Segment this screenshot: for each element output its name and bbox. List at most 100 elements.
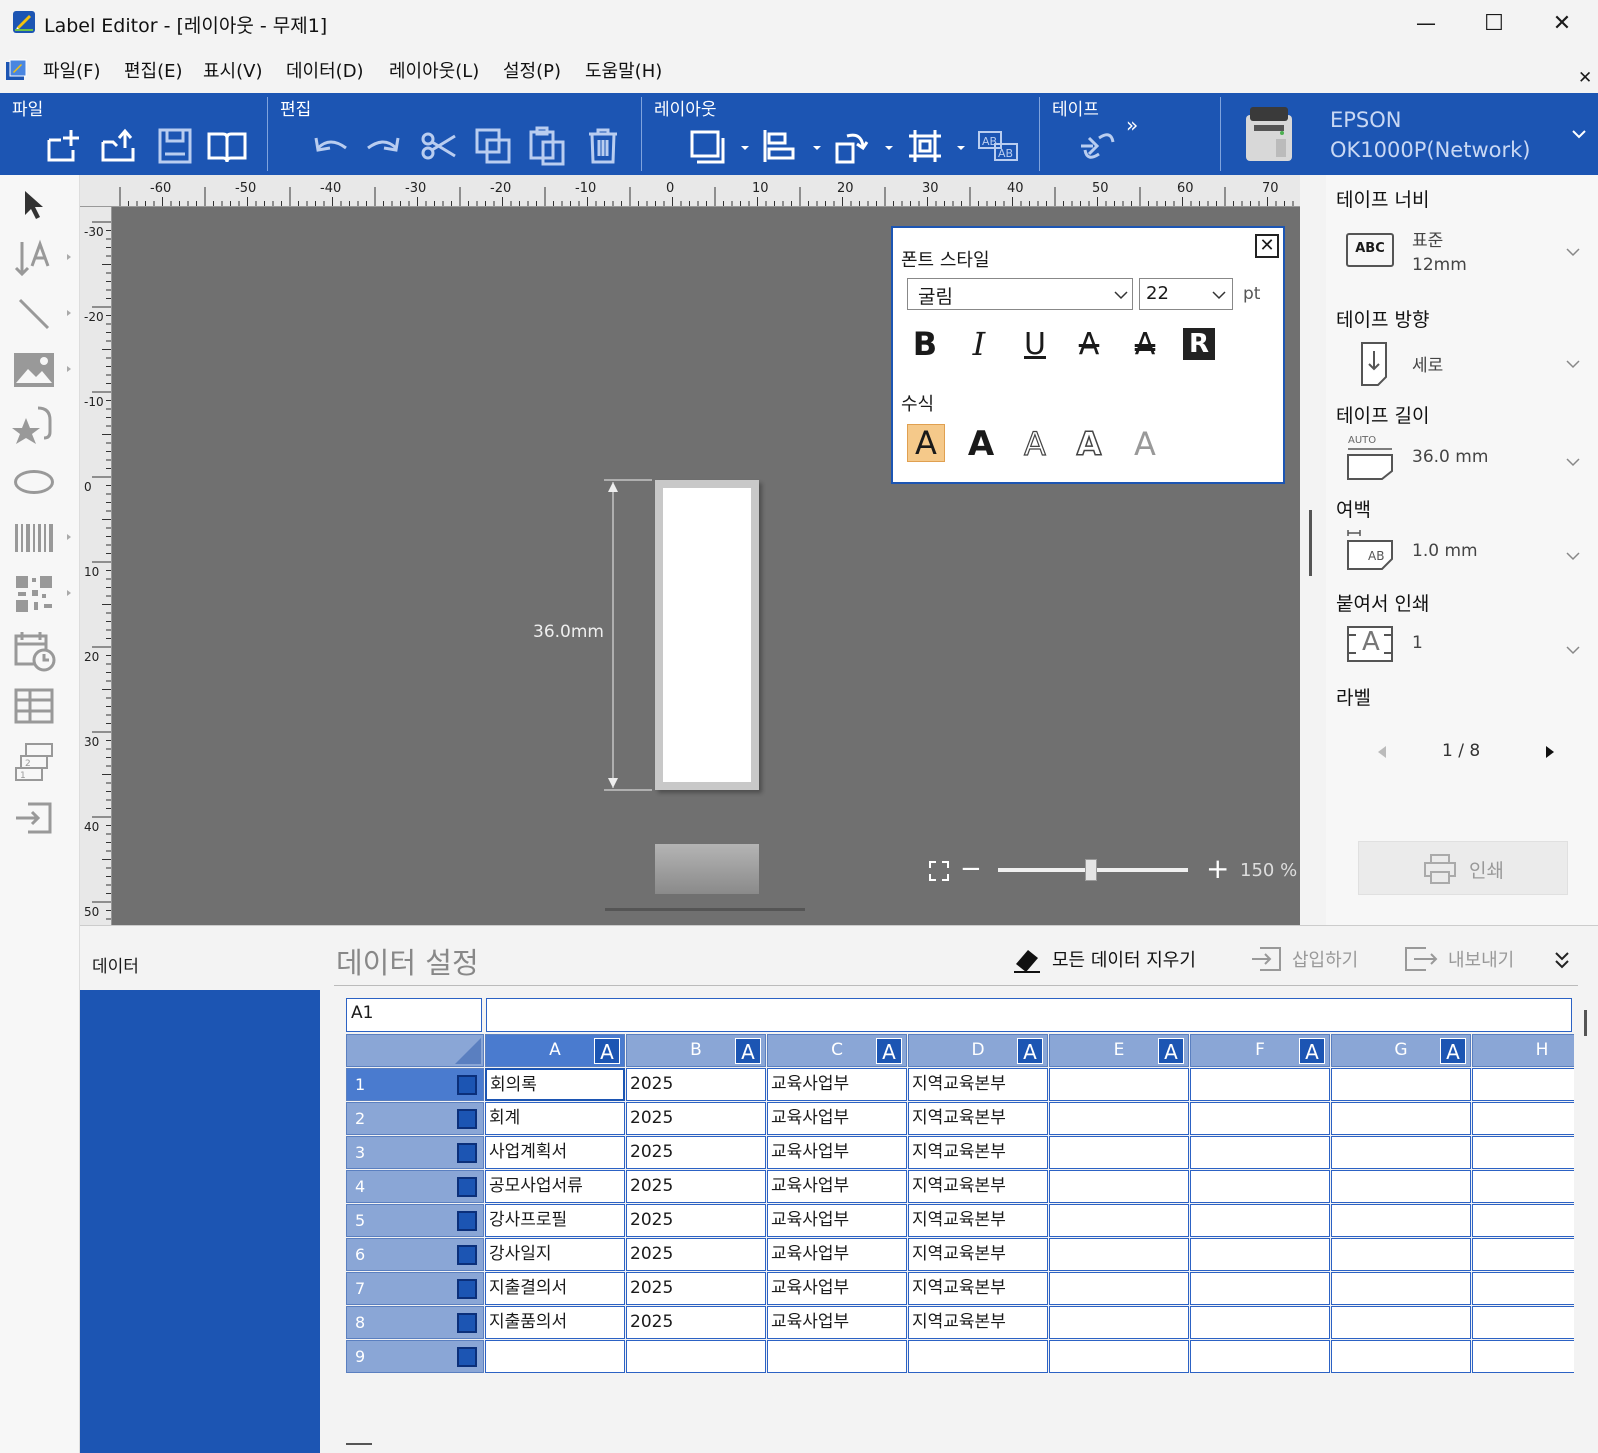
- grid-cell[interactable]: 2025: [626, 1170, 766, 1203]
- close-document-button[interactable]: ✕: [1578, 68, 1592, 88]
- save-button[interactable]: [152, 125, 198, 167]
- grid-horizontal-scrollbar[interactable]: [346, 1443, 372, 1445]
- row-checkbox[interactable]: [457, 1211, 477, 1231]
- grid-cell[interactable]: 2025: [626, 1136, 766, 1169]
- effect-outline-button[interactable]: A: [1015, 424, 1055, 464]
- row-header[interactable]: 6: [346, 1238, 484, 1271]
- vertical-scrollbar[interactable]: [1309, 510, 1312, 576]
- row-checkbox[interactable]: [457, 1313, 477, 1333]
- row-header[interactable]: 1: [346, 1068, 484, 1101]
- grid-cell[interactable]: [1190, 1272, 1330, 1305]
- more-button[interactable]: »: [1126, 113, 1138, 137]
- effect-double-outline-button[interactable]: A: [1069, 424, 1109, 464]
- grid-cell[interactable]: [1472, 1136, 1574, 1169]
- export-button[interactable]: 내보내기: [1404, 942, 1514, 976]
- cell-reference-input[interactable]: A1: [346, 998, 482, 1032]
- attach-print-select[interactable]: A 1: [1346, 623, 1596, 679]
- rotate-icon[interactable]: [828, 125, 874, 167]
- grid-cell[interactable]: 사업계획서: [485, 1136, 625, 1169]
- text-type-badge[interactable]: A: [1440, 1038, 1466, 1064]
- row-header[interactable]: 8: [346, 1306, 484, 1339]
- align-icon[interactable]: [756, 125, 802, 167]
- date-time-tool-icon[interactable]: [6, 625, 62, 675]
- grid-cell[interactable]: 2025: [626, 1068, 766, 1101]
- grid-cell[interactable]: 지역교육본부: [908, 1170, 1048, 1203]
- text-type-badge[interactable]: A: [1299, 1038, 1325, 1064]
- row-checkbox[interactable]: [457, 1109, 477, 1129]
- tape-direction-select[interactable]: 세로: [1346, 337, 1596, 393]
- data-list-panel[interactable]: [80, 990, 320, 1453]
- column-header-h[interactable]: H: [1472, 1034, 1574, 1067]
- zoom-out-button[interactable]: −: [960, 854, 982, 884]
- font-size-select[interactable]: 22: [1139, 278, 1233, 310]
- grid-cell[interactable]: 교육사업부: [767, 1238, 907, 1271]
- open-book-button[interactable]: [204, 125, 250, 167]
- grid-cell[interactable]: 지역교육본부: [908, 1204, 1048, 1237]
- import-tool-icon[interactable]: [6, 793, 62, 843]
- grid-cell[interactable]: [1190, 1136, 1330, 1169]
- grid-cell[interactable]: [908, 1340, 1048, 1373]
- shape-tool-icon[interactable]: [6, 457, 62, 507]
- row-header[interactable]: 4: [346, 1170, 484, 1203]
- new-layout-button[interactable]: [40, 125, 86, 167]
- grid-cell[interactable]: 지출결의서: [485, 1272, 625, 1305]
- grid-cell[interactable]: 2025: [626, 1204, 766, 1237]
- zoom-slider[interactable]: [998, 859, 1188, 881]
- zoom-slider-thumb[interactable]: [1085, 859, 1098, 881]
- grid-cell[interactable]: [1331, 1272, 1471, 1305]
- tape-cut-icon[interactable]: [1076, 125, 1122, 167]
- horizontal-scrollbar[interactable]: [605, 908, 805, 911]
- grid-cell[interactable]: 회의록: [485, 1068, 625, 1101]
- collapse-icon[interactable]: [1554, 950, 1570, 970]
- printer-name[interactable]: EPSON OK1000P(Network): [1330, 105, 1530, 165]
- grid-cell[interactable]: [1472, 1306, 1574, 1339]
- grid-cell[interactable]: [1331, 1204, 1471, 1237]
- menu-help[interactable]: 도움말(H): [585, 57, 662, 83]
- grid-cell[interactable]: 교육사업부: [767, 1102, 907, 1135]
- grid-cell[interactable]: [1472, 1102, 1574, 1135]
- grid-cell[interactable]: [1331, 1340, 1471, 1373]
- row-header[interactable]: 5: [346, 1204, 484, 1237]
- line-tool-icon[interactable]: [6, 289, 62, 339]
- grid-cell[interactable]: 강사프로필: [485, 1204, 625, 1237]
- column-header-c[interactable]: CA: [767, 1034, 907, 1067]
- fit-screen-icon[interactable]: [928, 860, 952, 884]
- grid-cell[interactable]: [1190, 1306, 1330, 1339]
- menu-view[interactable]: 표시(V): [203, 57, 262, 83]
- column-header-d[interactable]: DA: [908, 1034, 1048, 1067]
- text-type-badge[interactable]: A: [735, 1038, 761, 1064]
- grid-cell[interactable]: 교육사업부: [767, 1272, 907, 1305]
- grid-cell[interactable]: [1049, 1340, 1189, 1373]
- grid-cell[interactable]: 지출품의서: [485, 1306, 625, 1339]
- bold-button[interactable]: B: [905, 324, 945, 364]
- text-type-badge[interactable]: A: [594, 1038, 620, 1064]
- grid-cell[interactable]: [1190, 1068, 1330, 1101]
- reverse-button[interactable]: R: [1179, 324, 1219, 364]
- label-print-area[interactable]: [663, 488, 751, 782]
- column-header-e[interactable]: EA: [1049, 1034, 1189, 1067]
- grid-cell[interactable]: 2025: [626, 1306, 766, 1339]
- row-checkbox[interactable]: [457, 1143, 477, 1163]
- row-header[interactable]: 2: [346, 1102, 484, 1135]
- double-strikethrough-button[interactable]: A: [1125, 324, 1165, 364]
- grid-cell[interactable]: [1190, 1102, 1330, 1135]
- paste-icon[interactable]: [524, 125, 570, 167]
- grid-cell[interactable]: [1331, 1102, 1471, 1135]
- row-checkbox[interactable]: [457, 1177, 477, 1197]
- menu-layout[interactable]: 레이아웃(L): [389, 57, 479, 83]
- grid-cell[interactable]: 지역교육본부: [908, 1272, 1048, 1305]
- grid-cell[interactable]: [1049, 1068, 1189, 1101]
- data-tab-label[interactable]: 데이터: [92, 952, 139, 977]
- grid-cell[interactable]: [1472, 1272, 1574, 1305]
- minimize-button[interactable]: —: [1392, 0, 1460, 46]
- italic-button[interactable]: I: [959, 324, 999, 364]
- select-tool-icon[interactable]: [6, 179, 62, 229]
- chevron-down-icon[interactable]: [812, 143, 822, 153]
- grid-cell[interactable]: 2025: [626, 1272, 766, 1305]
- grid-cell[interactable]: 회계: [485, 1102, 625, 1135]
- text-type-badge[interactable]: A: [1017, 1038, 1043, 1064]
- cut-icon[interactable]: [416, 125, 462, 167]
- redo-button[interactable]: [360, 125, 406, 167]
- delete-icon[interactable]: [580, 125, 626, 167]
- formula-input[interactable]: [486, 998, 1572, 1032]
